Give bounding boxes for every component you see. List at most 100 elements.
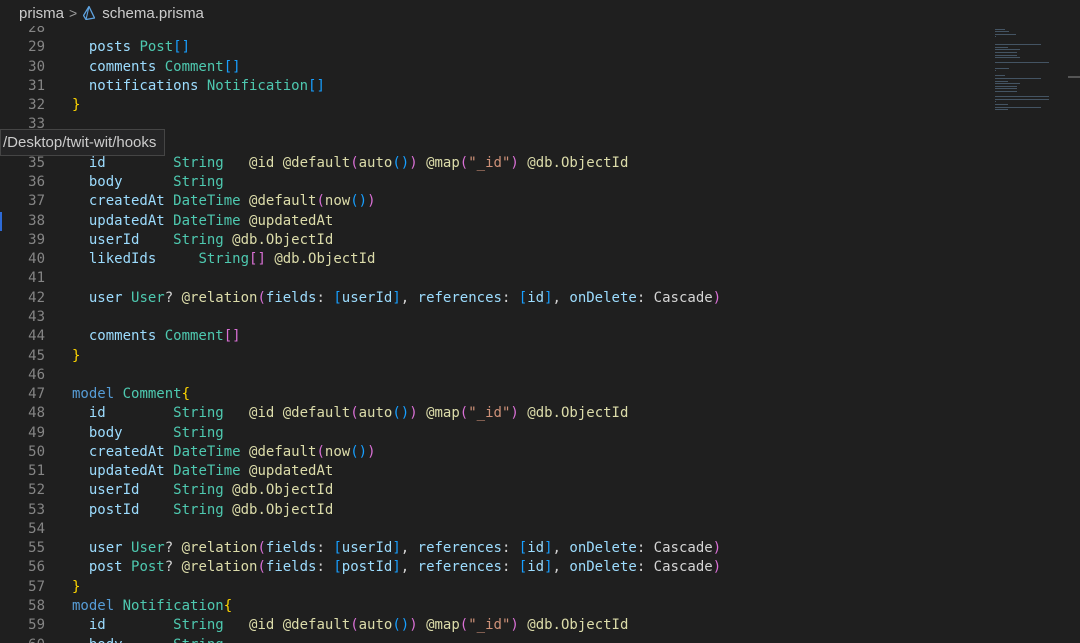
code-token: @map: [426, 405, 460, 422]
code-token: @db.ObjectId: [274, 251, 376, 268]
code-token: model: [72, 597, 115, 614]
code-token: userId: [341, 540, 393, 557]
minimap-line: [995, 57, 1021, 59]
code-line[interactable]: 31 notifications Notification[]: [0, 77, 1000, 96]
code-token: body: [72, 174, 174, 191]
code-line[interactable]: 57}: [0, 578, 1000, 597]
minimap-line: [995, 106, 1042, 108]
code-token: @default: [249, 193, 317, 210]
line-number: 44: [28, 328, 45, 345]
code-token: ): [712, 289, 722, 306]
code-token: (): [350, 193, 368, 210]
code-line[interactable]: 32}: [0, 96, 1000, 115]
code-token: body: [72, 424, 174, 441]
code-text: model Notification{: [72, 597, 232, 616]
code-token: ): [409, 405, 418, 422]
code-token: ): [510, 154, 519, 171]
minimap-line: [995, 80, 1008, 82]
code-line[interactable]: 46: [0, 366, 1000, 385]
code-token: String: [173, 637, 224, 643]
code-line[interactable]: 42 user User? @relation(fields: [userId]…: [0, 289, 1000, 308]
code-line[interactable]: 53 postId String @db.ObjectId: [0, 501, 1000, 520]
code-token: createdAt: [72, 443, 174, 460]
code-text: user User? @relation(fields: [userId], r…: [72, 539, 721, 558]
code-text: userId String @db.ObjectId: [72, 481, 333, 500]
code-line[interactable]: 40 likedIds String[] @db.ObjectId: [0, 250, 1000, 269]
vertical-scrollbar-thumb[interactable]: [1068, 76, 1080, 78]
code-text: body String: [72, 424, 224, 443]
code-token: ,: [552, 289, 570, 306]
code-line[interactable]: 49 body String: [0, 424, 1000, 443]
code-token: auto: [358, 154, 393, 171]
code-line[interactable]: 55 user User? @relation(fields: [userId]…: [0, 539, 1000, 558]
code-token: @updatedAt: [249, 212, 334, 229]
code-token: User: [131, 540, 165, 557]
code-token: (): [350, 443, 368, 460]
line-number: 28: [28, 26, 45, 36]
code-editor[interactable]: 28 29 posts Post[] 30 comments Comment[] 31…: [0, 26, 1080, 643]
code-line[interactable]: 45}: [0, 347, 1000, 366]
minimap-line: [995, 36, 996, 38]
code-line[interactable]: 52 userId String @db.ObjectId: [0, 481, 1000, 500]
code-line[interactable]: 43: [0, 308, 1000, 327]
code-line[interactable]: 50 createdAt DateTime @default(now()): [0, 443, 1000, 462]
code-token: [: [518, 540, 528, 557]
code-line[interactable]: 51 updatedAt DateTime @updatedAt: [0, 462, 1000, 481]
code-line[interactable]: 47 model Comment{: [0, 385, 1000, 404]
code-token: (: [316, 443, 325, 460]
minimap[interactable]: [993, 26, 1065, 146]
code-line[interactable]: 30 comments Comment[]: [0, 58, 1000, 77]
code-text: model Comment{: [72, 385, 190, 404]
code-line[interactable]: 39 userId String @db.ObjectId: [0, 231, 1000, 250]
code-token: (: [350, 405, 359, 422]
code-token: ?: [164, 289, 182, 306]
code-line[interactable]: 60 body String: [0, 636, 1000, 643]
code-line[interactable]: 28: [0, 26, 1000, 38]
code-line[interactable]: 29 posts Post[]: [0, 38, 1000, 57]
code-token: {: [181, 386, 191, 403]
minimap-line: [995, 109, 1008, 111]
code-token: id: [72, 405, 174, 422]
line-number: 32: [28, 97, 45, 114]
code-token: comments: [72, 328, 165, 345]
minimap-line: [995, 54, 1017, 56]
code-line[interactable]: 37 createdAt DateTime @default(now()): [0, 192, 1000, 211]
code-token: @db.ObjectId: [232, 482, 334, 499]
code-line[interactable]: 35 id String @id @default(auto()) @map("…: [0, 154, 1000, 173]
code-line[interactable]: 41: [0, 269, 1000, 288]
code-text: id String @id @default(auto()) @map("_id…: [72, 404, 629, 423]
line-number: 47: [28, 386, 45, 403]
code-line[interactable]: 56 post Post? @relation(fields: [postId]…: [0, 558, 1000, 577]
code-token: (: [257, 559, 266, 576]
code-token: :: [501, 540, 519, 557]
code-line[interactable]: 59 id String @id @default(auto()) @map("…: [0, 616, 1000, 635]
minimap-line: [995, 101, 996, 103]
breadcrumb-folder[interactable]: prisma: [0, 5, 64, 22]
code-line[interactable]: 48 id String @id @default(auto()) @map("…: [0, 404, 1000, 423]
code-line[interactable]: 38 updatedAt DateTime @updatedAt: [0, 211, 1000, 231]
code-token: references: [417, 540, 502, 557]
code-text: comments Comment[]: [72, 327, 241, 346]
code-text: updatedAt DateTime @updatedAt: [72, 212, 333, 231]
code-line[interactable]: 44 comments Comment[]: [0, 327, 1000, 346]
code-line[interactable]: 36 body String: [0, 173, 1000, 192]
breadcrumb-file[interactable]: schema.prisma: [102, 5, 204, 22]
code-token: }: [72, 578, 81, 595]
code-text: posts Post[]: [72, 38, 190, 57]
breadcrumb: prisma > schema.prisma: [0, 0, 1080, 26]
code-text: }: [72, 96, 80, 115]
code-line[interactable]: 58 model Notification{: [0, 597, 1000, 616]
minimap-line: [995, 28, 1005, 30]
code-line[interactable]: 54: [0, 520, 1000, 539]
code-token: id: [72, 617, 174, 634]
